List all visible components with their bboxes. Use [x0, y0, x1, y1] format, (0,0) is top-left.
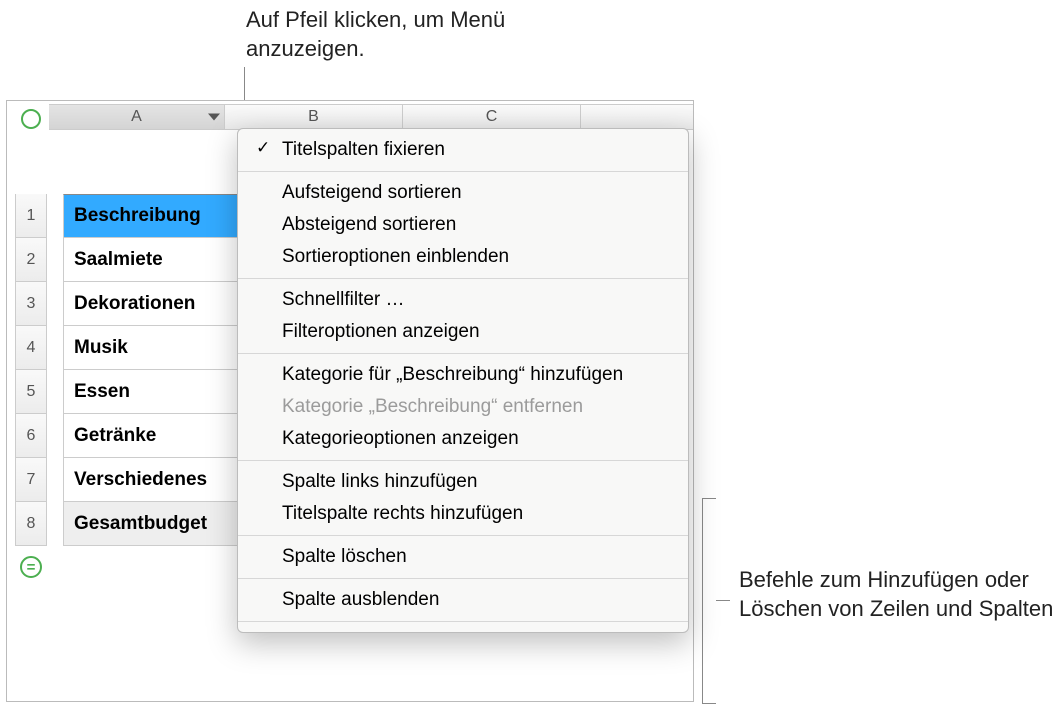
- menu-item-add-column-left[interactable]: Spalte links hinzufügen: [238, 466, 688, 498]
- callout-line: [702, 498, 716, 499]
- cell-label: Dekorationen: [74, 293, 195, 315]
- menu-separator: [238, 578, 688, 579]
- chevron-down-icon[interactable]: [208, 114, 220, 121]
- menu-separator: [238, 460, 688, 461]
- row-header[interactable]: 2: [15, 238, 47, 282]
- menu-separator: [238, 171, 688, 172]
- menu-separator: [238, 278, 688, 279]
- row-header[interactable]: 8: [15, 502, 47, 546]
- column-header-c[interactable]: C: [403, 105, 581, 129]
- cell-label: Musik: [74, 337, 128, 359]
- cell-label: Beschreibung: [74, 205, 201, 227]
- column-header-a[interactable]: A: [49, 105, 225, 129]
- menu-item-add-category[interactable]: Kategorie für „Beschreibung“ hinzufügen: [238, 359, 688, 391]
- menu-item-remove-category: Kategorie „Beschreibung“ entfernen: [238, 391, 688, 423]
- cell-label: Gesamtbudget: [74, 513, 207, 535]
- column-header-b[interactable]: B: [225, 105, 403, 129]
- callout-text-right: Befehle zum Hinzufügen oder Löschen von …: [739, 566, 1059, 623]
- menu-item-show-filter-options[interactable]: Filteroptionen anzeigen: [238, 316, 688, 348]
- menu-item-show-category-options[interactable]: Kategorieoptionen anzeigen: [238, 423, 688, 455]
- menu-item-sort-ascending[interactable]: Aufsteigend sortieren: [238, 177, 688, 209]
- cell-label: Essen: [74, 381, 130, 403]
- menu-separator: [238, 535, 688, 536]
- column-context-menu: Titelspalten fixieren Aufsteigend sortie…: [237, 128, 689, 633]
- column-header-label: B: [308, 108, 319, 126]
- menu-separator: [238, 353, 688, 354]
- cell-label: Saalmiete: [74, 249, 163, 271]
- menu-separator: [238, 621, 688, 622]
- cell-label: Verschiedenes: [74, 469, 207, 491]
- cell-label: Getränke: [74, 425, 156, 447]
- menu-item-quick-filter[interactable]: Schnellfilter …: [238, 284, 688, 316]
- row-headers: 1 2 3 4 5 6 7 8 =: [15, 130, 47, 588]
- menu-item-sort-descending[interactable]: Absteigend sortieren: [238, 209, 688, 241]
- callout-text-top: Auf Pfeil klicken, um Menü anzuzeigen.: [246, 6, 566, 63]
- row-header[interactable]: 1: [15, 194, 47, 238]
- add-row-button[interactable]: =: [20, 556, 42, 578]
- menu-item-freeze-header-columns[interactable]: Titelspalten fixieren: [238, 134, 688, 166]
- callout-line: [716, 600, 730, 601]
- column-header-label: A: [131, 108, 142, 126]
- row-header[interactable]: 3: [15, 282, 47, 326]
- menu-item-show-sort-options[interactable]: Sortieroptionen einblenden: [238, 241, 688, 273]
- callout-line: [702, 498, 703, 703]
- column-header-label: C: [486, 108, 498, 126]
- row-header[interactable]: 6: [15, 414, 47, 458]
- row-header[interactable]: 7: [15, 458, 47, 502]
- menu-item-hide-column[interactable]: Spalte ausblenden: [238, 584, 688, 616]
- menu-item-delete-column[interactable]: Spalte löschen: [238, 541, 688, 573]
- menu-item-add-header-column-right[interactable]: Titelspalte rechts hinzufügen: [238, 498, 688, 530]
- row-header[interactable]: 4: [15, 326, 47, 370]
- row-header[interactable]: 5: [15, 370, 47, 414]
- callout-line: [702, 703, 716, 704]
- column-headers: A B C: [49, 104, 693, 130]
- table-selector-handle[interactable]: [21, 109, 41, 129]
